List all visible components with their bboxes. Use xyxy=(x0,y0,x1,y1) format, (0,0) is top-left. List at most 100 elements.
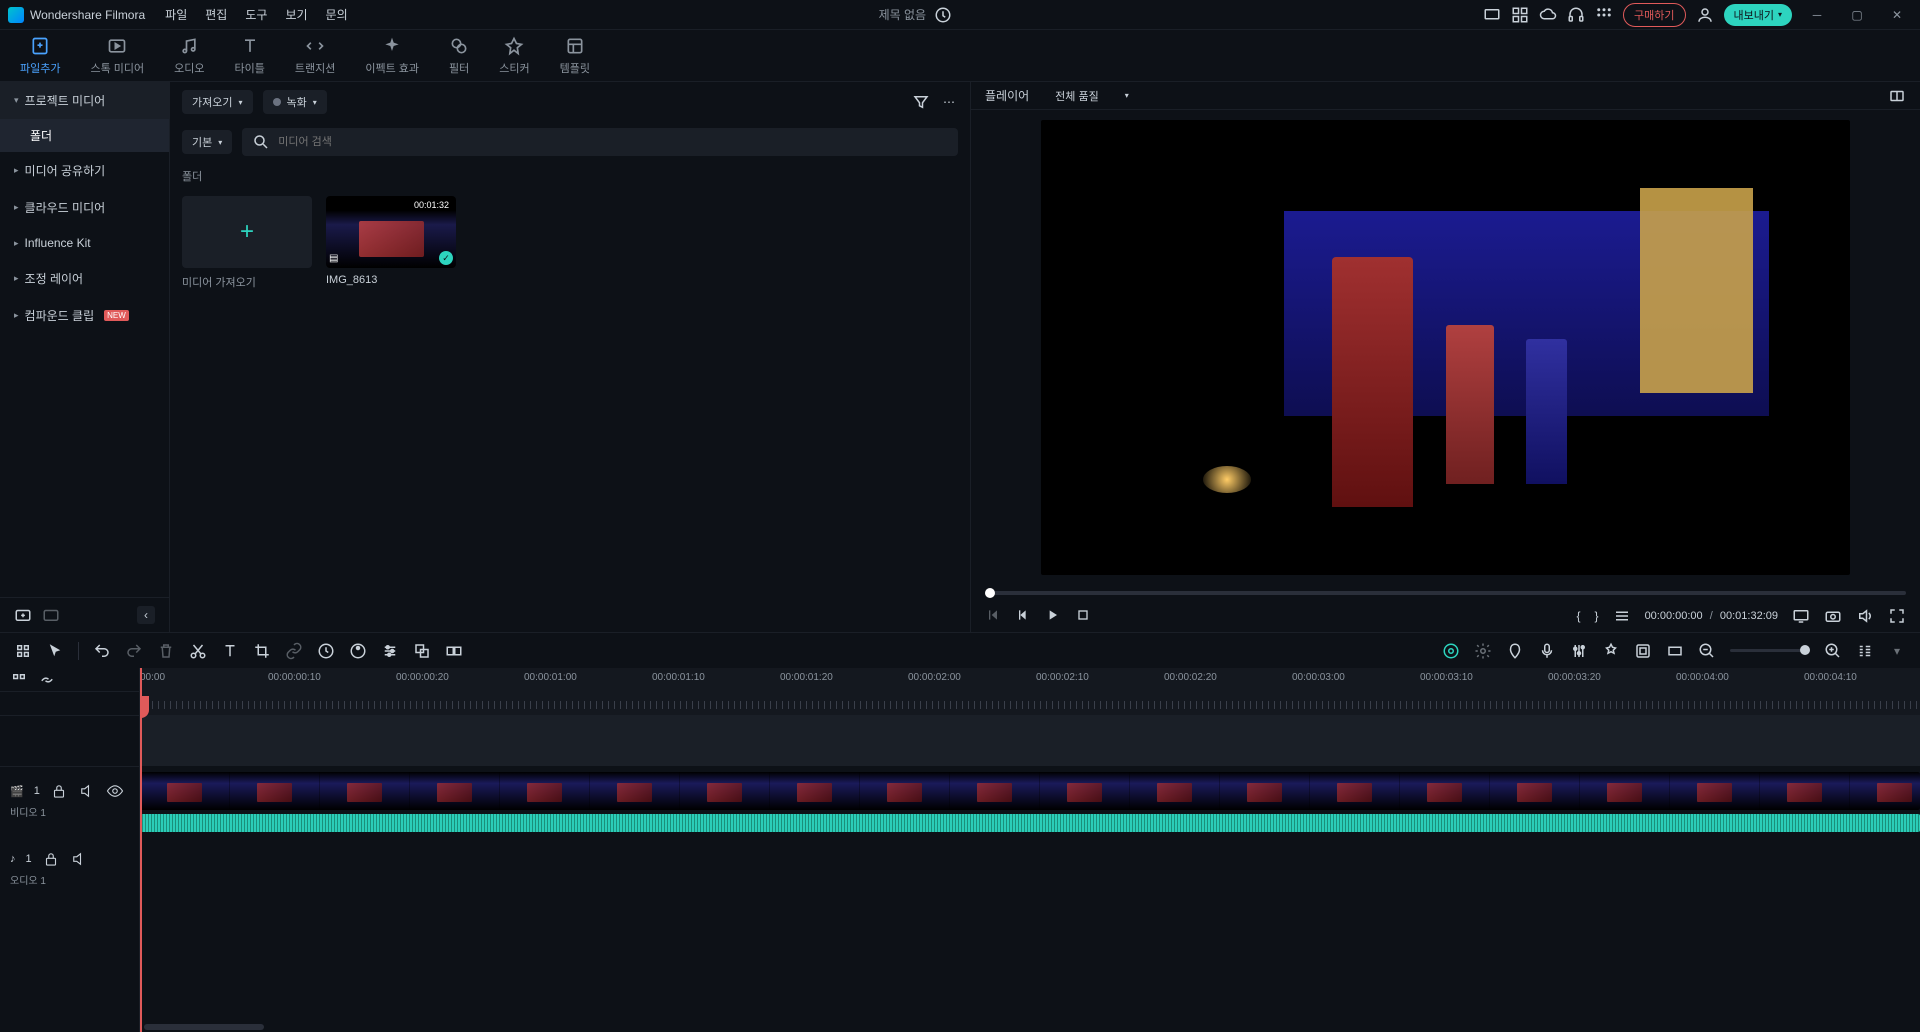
clip-audio-waveform[interactable] xyxy=(140,814,1920,832)
nav-tab-import[interactable]: 파일추가 xyxy=(20,36,60,76)
ratio-icon[interactable] xyxy=(1666,642,1684,660)
apps-icon[interactable] xyxy=(1595,6,1613,24)
nav-tab-transition[interactable]: 트랜지션 xyxy=(295,36,335,76)
mic-icon[interactable] xyxy=(1538,642,1556,660)
mute-icon[interactable] xyxy=(70,850,88,868)
sidebar-item-cloud-media[interactable]: ▸클라우드 미디어 xyxy=(0,189,169,226)
list-view-icon[interactable] xyxy=(1613,607,1631,625)
screen-icon[interactable] xyxy=(1483,6,1501,24)
marker-icon[interactable] xyxy=(1506,642,1524,660)
fit-zoom-icon[interactable] xyxy=(1856,642,1874,660)
cloud-sync-icon[interactable] xyxy=(934,6,952,24)
buy-button[interactable]: 구매하기 xyxy=(1623,3,1685,27)
record-button[interactable]: 녹화▾ xyxy=(263,90,327,114)
menu-edit[interactable]: 편집 xyxy=(205,6,227,23)
cut-icon[interactable] xyxy=(189,642,207,660)
scrollbar-thumb[interactable] xyxy=(144,1024,264,1030)
cursor-tool-icon[interactable] xyxy=(46,642,64,660)
media-clip-card[interactable]: 00:01:32 ▤ ✓ IMG_8613 xyxy=(326,196,456,290)
grid-icon[interactable] xyxy=(1511,6,1529,24)
mark-out-button[interactable]: } xyxy=(1595,609,1599,623)
lock-icon[interactable] xyxy=(42,850,60,868)
speed-icon[interactable] xyxy=(317,642,335,660)
text-tool-icon[interactable] xyxy=(221,642,239,660)
play-backward-button[interactable] xyxy=(1015,607,1031,626)
menu-view[interactable]: 보기 xyxy=(285,6,307,23)
window-maximize[interactable]: ▢ xyxy=(1842,5,1872,25)
timeline-settings-icon[interactable]: ▾ xyxy=(1888,642,1906,660)
magnet-icon[interactable] xyxy=(10,671,28,689)
prev-frame-button[interactable] xyxy=(985,607,1001,626)
search-input[interactable] xyxy=(278,136,948,148)
mark-in-button[interactable]: { xyxy=(1577,609,1581,623)
fullscreen-icon[interactable] xyxy=(1888,607,1906,625)
import-media-card[interactable]: + 미디어 가져오기 xyxy=(182,196,312,290)
select-tool-icon[interactable] xyxy=(14,642,32,660)
quality-dropdown[interactable]: 전체 품질▾ xyxy=(1045,84,1139,108)
scrub-track[interactable] xyxy=(985,591,1906,595)
project-title[interactable]: 제목 없음 xyxy=(879,6,927,23)
link-toggle-icon[interactable] xyxy=(38,671,56,689)
settings-gear-icon[interactable] xyxy=(1474,642,1492,660)
mixer-icon[interactable] xyxy=(1570,642,1588,660)
user-icon[interactable] xyxy=(1696,6,1714,24)
nav-tab-template[interactable]: 템플릿 xyxy=(560,36,590,76)
eye-icon[interactable] xyxy=(106,782,124,800)
sidebar-item-share-media[interactable]: ▸미디어 공유하기 xyxy=(0,152,169,189)
menu-file[interactable]: 파일 xyxy=(165,6,187,23)
nav-tab-effects[interactable]: 이펙트 효과 xyxy=(365,36,419,76)
auto-edit-icon[interactable] xyxy=(1602,642,1620,660)
menu-tools[interactable]: 도구 xyxy=(245,6,267,23)
headphones-icon[interactable] xyxy=(1567,6,1585,24)
add-folder-icon[interactable] xyxy=(14,606,32,624)
preview-video[interactable] xyxy=(1041,120,1850,575)
crop-icon[interactable] xyxy=(253,642,271,660)
export-button[interactable]: 내보내기▾ xyxy=(1724,4,1793,26)
audio-track-header[interactable]: ♪1 오디오 1 xyxy=(0,834,139,902)
filter-toggle-icon[interactable] xyxy=(912,93,930,111)
collapse-sidebar-button[interactable]: ‹ xyxy=(137,606,155,624)
redo-icon[interactable] xyxy=(125,642,143,660)
delete-icon[interactable] xyxy=(157,642,175,660)
video-clip[interactable]: ▸IMG_8613 xyxy=(140,772,1920,810)
nav-tab-sticker[interactable]: 스티커 xyxy=(499,36,529,76)
import-dropdown[interactable]: 가져오기▾ xyxy=(182,90,253,114)
nav-tab-stock[interactable]: 스톡 미디어 xyxy=(90,36,144,76)
zoom-in-icon[interactable] xyxy=(1824,642,1842,660)
timeline-ruler[interactable]: 00:0000:00:00:1000:00:00:2000:00:01:0000… xyxy=(140,668,1920,716)
nav-tab-filter[interactable]: 필터 xyxy=(449,36,469,76)
undo-icon[interactable] xyxy=(93,642,111,660)
sidebar-sub-folder[interactable]: 폴더 xyxy=(0,119,169,152)
stop-button[interactable] xyxy=(1075,607,1091,626)
sidebar-item-compound-clip[interactable]: ▸컴파운드 클립NEW xyxy=(0,297,169,334)
sidebar-item-adjustment-layer[interactable]: ▸조정 레이어 xyxy=(0,260,169,297)
play-button[interactable] xyxy=(1045,607,1061,626)
window-minimize[interactable]: ─ xyxy=(1802,5,1832,25)
import-thumbnail[interactable]: + xyxy=(182,196,312,268)
camera-snapshot-icon[interactable] xyxy=(1824,607,1842,625)
snapshot-compare-icon[interactable] xyxy=(1888,87,1906,105)
volume-icon[interactable] xyxy=(1856,607,1874,625)
compound-icon[interactable] xyxy=(445,642,463,660)
zoom-out-icon[interactable] xyxy=(1698,642,1716,660)
more-menu-icon[interactable]: ⋯ xyxy=(940,93,958,111)
grouped-icon[interactable] xyxy=(413,642,431,660)
search-box[interactable] xyxy=(242,128,958,156)
ai-tool-icon[interactable] xyxy=(1442,642,1460,660)
display-icon[interactable] xyxy=(1792,607,1810,625)
window-close[interactable]: ✕ xyxy=(1882,5,1912,25)
sort-dropdown[interactable]: 기본▾ xyxy=(182,130,232,154)
folder-icon[interactable] xyxy=(42,606,60,624)
video-track-header[interactable]: 🎬1 비디오 1 xyxy=(0,766,139,834)
color-icon[interactable] xyxy=(349,642,367,660)
audio-track[interactable] xyxy=(140,834,1920,902)
render-icon[interactable] xyxy=(1634,642,1652,660)
lock-icon[interactable] xyxy=(50,782,68,800)
nav-tab-audio[interactable]: 오디오 xyxy=(174,36,204,76)
link-icon[interactable] xyxy=(285,642,303,660)
video-track[interactable]: ▸IMG_8613 xyxy=(140,766,1920,834)
cloud-icon[interactable] xyxy=(1539,6,1557,24)
nav-tab-titles[interactable]: 타이틀 xyxy=(235,36,265,76)
media-thumbnail[interactable]: 00:01:32 ▤ ✓ xyxy=(326,196,456,268)
menu-help[interactable]: 문의 xyxy=(326,6,348,23)
